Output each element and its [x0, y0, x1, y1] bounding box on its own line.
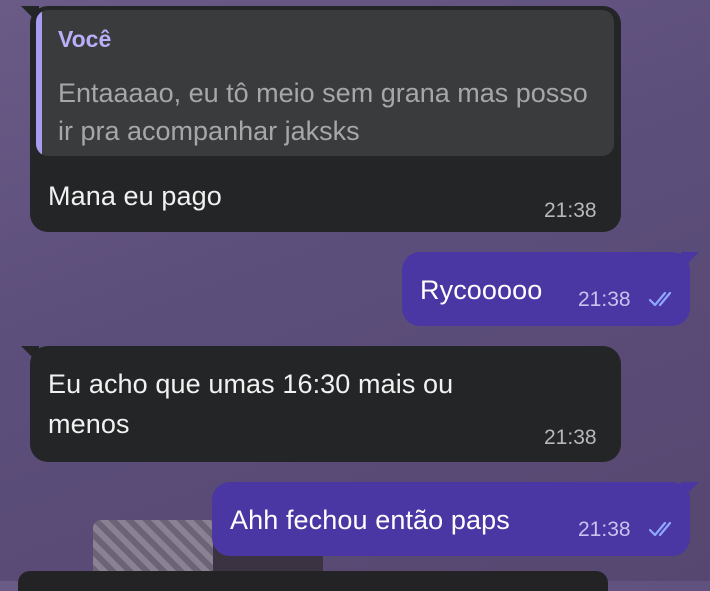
message-time: 21:38	[544, 426, 597, 449]
message-bubble-outgoing[interactable]: Ahh fechou então paps 21:38	[212, 482, 690, 556]
double-check-icon	[648, 521, 672, 537]
reply-preview[interactable]: Você Entaaaao, eu tô meio sem grana mas …	[36, 10, 614, 156]
reply-sender-name: Você	[58, 26, 112, 52]
message-text: Rycooooo	[420, 275, 543, 305]
reply-quoted-text: Entaaaao, eu tô meio sem grana mas posso…	[58, 78, 588, 146]
message-time: 21:38	[578, 288, 631, 311]
message-bubble-incoming-partial[interactable]	[18, 571, 608, 591]
double-check-icon	[648, 291, 672, 307]
message-time: 21:38	[578, 518, 631, 541]
message-time: 21:38	[544, 199, 597, 222]
message-bubble-incoming[interactable]: Você Entaaaao, eu tô meio sem grana mas …	[30, 6, 621, 232]
message-bubble-incoming[interactable]: Eu acho que umas 16:30 mais ou menos 21:…	[30, 346, 621, 462]
message-text: Ahh fechou então paps	[230, 505, 510, 535]
message-text: Mana eu pago	[48, 181, 222, 211]
message-bubble-outgoing[interactable]: Rycooooo 21:38	[402, 252, 690, 326]
message-text: Eu acho que umas 16:30 mais ou menos	[48, 369, 454, 439]
reply-accent-bar	[36, 10, 42, 156]
